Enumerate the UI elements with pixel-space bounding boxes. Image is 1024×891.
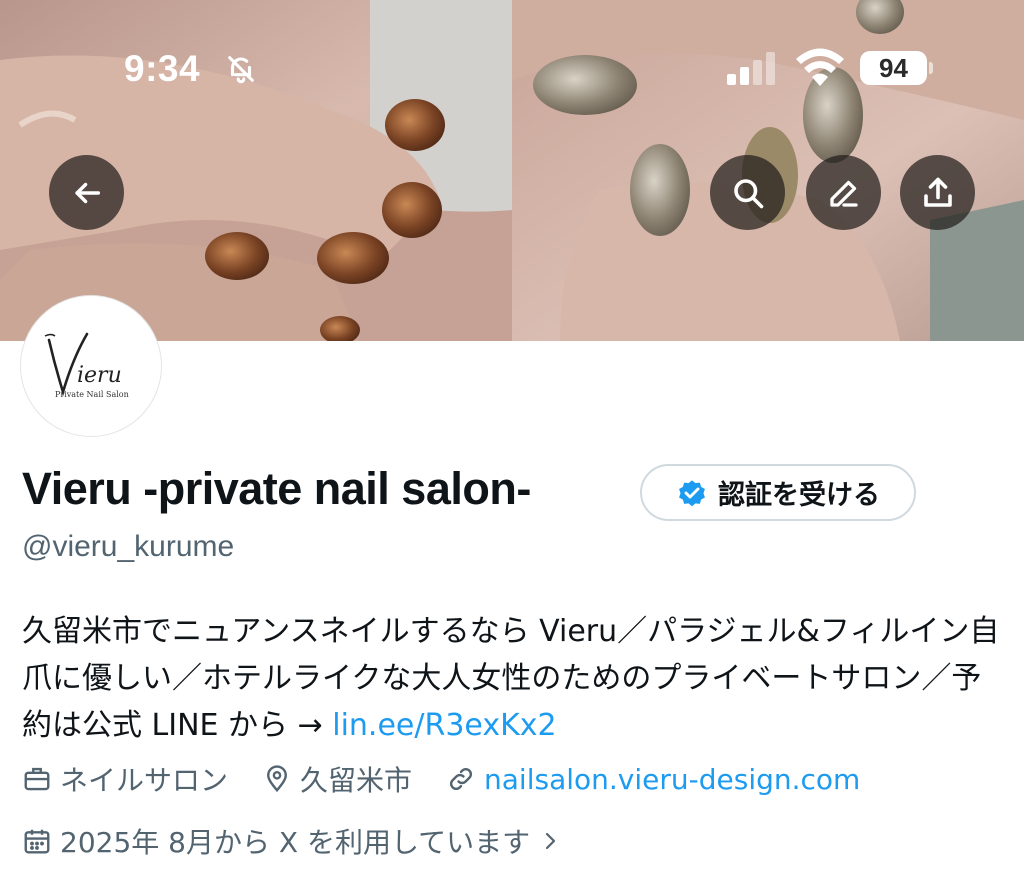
battery-cap (929, 62, 933, 74)
share-button[interactable] (900, 155, 975, 230)
arrow-left-icon (74, 182, 100, 203)
profile-meta: ネイルサロン 久留米市 nailsalon.vieru-design.com (22, 760, 894, 798)
calendar-icon (24, 829, 50, 854)
search-button[interactable] (710, 155, 785, 230)
wifi-icon (796, 48, 844, 90)
get-verified-button[interactable]: 認証を受ける (640, 464, 916, 521)
profile-bio: 久留米市でニュアンスネイルするなら Vieru／パラジェル&フィルイン自爪に優し… (22, 608, 1007, 749)
website-link[interactable]: nailsalon.vieru-design.com (484, 763, 860, 796)
edit-button[interactable] (806, 155, 881, 230)
share-upload-icon (923, 177, 952, 207)
pencil-icon (829, 180, 858, 207)
svg-text:ieru: ieru (77, 363, 122, 388)
location-pin-icon (267, 765, 287, 793)
cellular-signal-icon (727, 52, 779, 89)
bio-link[interactable]: lin.ee/R3exKx2 (332, 708, 556, 743)
link-icon (450, 767, 473, 791)
website-item[interactable]: nailsalon.vieru-design.com (446, 763, 860, 796)
verified-badge-icon (679, 479, 705, 506)
vieru-logo: ieru (44, 332, 122, 397)
user-handle: @vieru_kurume (22, 530, 235, 563)
profile-avatar[interactable]: ieru (20, 295, 162, 437)
battery-icon: 94 (860, 51, 927, 85)
briefcase-icon (24, 767, 50, 791)
status-time: 9:34 (124, 48, 201, 89)
joined-text: 2025年 8月から X を利用しています (60, 826, 531, 859)
logo-subtitle: Private Nail Salon (55, 390, 129, 399)
display-name: Vieru -private nail salon- (22, 463, 531, 514)
search-icon (733, 178, 763, 208)
location-text: 久留米市 (300, 764, 413, 797)
location-item: 久留米市 (262, 759, 412, 799)
chevron-right-icon (546, 832, 556, 850)
back-button[interactable] (49, 155, 124, 230)
get-verified-label: 認証を受ける (718, 480, 880, 511)
joined-date[interactable]: 2025年 8月から X を利用しています (22, 822, 562, 860)
category-item: ネイルサロン (22, 759, 228, 799)
bell-slash-icon (224, 52, 258, 90)
category-text: ネイルサロン (60, 764, 229, 797)
